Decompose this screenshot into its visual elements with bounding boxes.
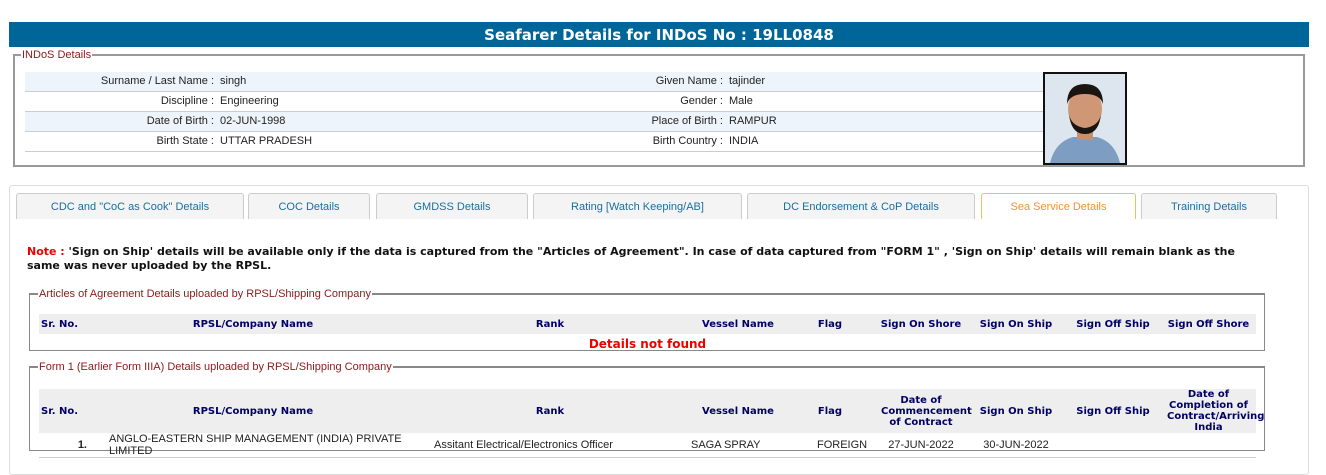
articles-section: Articles of Agreement Details uploaded b… — [29, 288, 1265, 351]
field-value: singh — [220, 75, 247, 87]
indos-row: Discipline : Engineering Gender : Male — [25, 92, 1045, 112]
column-header: RPSL/Company Name — [97, 314, 409, 334]
field-label: Birth State : — [156, 135, 214, 147]
column-header: Flag — [785, 389, 875, 433]
seafarer-photo — [1043, 72, 1127, 165]
field-label: Date of Birth : — [146, 115, 214, 127]
field-value: tajinder — [729, 75, 766, 87]
field-label: Birth Country : — [652, 135, 723, 147]
indos-row: Surname / Last Name : singh Given Name :… — [25, 72, 1045, 92]
indos-legend: INDoS Details — [22, 49, 92, 61]
empty-message: Details not found — [588, 336, 707, 351]
tab-cdc-and-coc-as-cook-details[interactable]: CDC and "CoC as Cook" Details — [16, 193, 244, 219]
table-cell — [1161, 433, 1256, 458]
column-header: Sr. No. — [39, 314, 97, 334]
column-header: Sign Off Shore — [1161, 314, 1256, 334]
tab-gmdss-details[interactable]: GMDSS Details — [376, 193, 528, 219]
tab-dc-endorsement-cop-details[interactable]: DC Endorsement & CoP Details — [747, 193, 975, 219]
note-text: Note : 'Sign on Ship' details will be av… — [27, 245, 1235, 272]
column-header: Flag — [785, 314, 875, 334]
table-cell — [1065, 433, 1161, 458]
indos-details: INDoS Details Surname / Last Name : sing… — [13, 49, 1305, 167]
column-header: Vessel Name — [691, 314, 785, 334]
page-title: Seafarer Details for INDoS No : 19LL0848 — [9, 22, 1309, 47]
column-header: Sr. No. — [39, 389, 97, 433]
field-value: INDIA — [729, 135, 759, 147]
articles-table: Sr. No. RPSL/Company Name Rank Vessel Name F… — [39, 314, 1256, 353]
table-cell: FOREIGN — [785, 433, 875, 458]
table-cell: 27-JUN-2022 — [875, 433, 967, 458]
table-cell: 1. — [39, 433, 97, 458]
field-value: Male — [729, 95, 753, 107]
column-header: RPSL/Company Name — [97, 389, 409, 433]
column-header: Date of Commencement of Contract — [875, 389, 972, 433]
field-value: RAMPUR — [729, 115, 777, 127]
field-label: Given Name : — [655, 75, 723, 87]
field-value: UTTAR PRADESH — [220, 135, 313, 147]
indos-row: Date of Birth : 02-JUN-1998 Place of Bir… — [25, 112, 1045, 132]
tab-sea-service-details[interactable]: Sea Service Details — [981, 193, 1136, 219]
table-cell: ANGLO-EASTERN SHIP MANAGEMENT (INDIA) PR… — [97, 433, 409, 458]
column-header: Sign Off Ship — [1065, 314, 1161, 334]
table-row: 1. ANGLO-EASTERN SHIP MANAGEMENT (INDIA) … — [39, 433, 1256, 458]
form1-table: Sr. No. RPSL/Company Name Rank Vessel Name F… — [39, 389, 1264, 458]
column-header: Rank — [409, 314, 691, 334]
column-header: Vessel Name — [691, 389, 785, 433]
field-label: Surname / Last Name : — [100, 75, 214, 87]
indos-row: Birth State : UTTAR PRADESH Birth Countr… — [25, 132, 1045, 152]
column-header: Sign Off Ship — [1065, 389, 1161, 433]
column-header: Date of Completion of Contract/Arriving … — [1161, 389, 1264, 433]
column-header: Sign On Ship — [967, 389, 1065, 433]
articles-legend: Articles of Agreement Details uploaded b… — [39, 288, 372, 300]
table-cell: 30-JUN-2022 — [967, 433, 1065, 458]
form1-section: Form 1 (Earlier Form IIIA) Details uploa… — [29, 361, 1265, 458]
tab-coc-details[interactable]: COC Details — [248, 193, 370, 219]
tab-rating-watch-keeping-ab[interactable]: Rating [Watch Keeping/AB] — [533, 193, 742, 219]
field-value: Engineering — [220, 95, 279, 107]
table-cell: SAGA SPRAY — [691, 433, 785, 458]
field-label: Place of Birth : — [651, 115, 723, 127]
tab-training-details[interactable]: Training Details — [1141, 193, 1277, 219]
field-value: 02-JUN-1998 — [220, 115, 286, 127]
form1-legend: Form 1 (Earlier Form IIIA) Details uploa… — [39, 361, 392, 373]
column-header: Sign On Shore — [875, 314, 967, 334]
column-header: Rank — [409, 389, 691, 433]
field-label: Gender : — [680, 95, 723, 107]
field-label: Discipline : — [160, 95, 214, 107]
table-cell: Assitant Electrical/Electronics Officer — [409, 433, 691, 458]
column-header: Sign On Ship — [967, 314, 1065, 334]
